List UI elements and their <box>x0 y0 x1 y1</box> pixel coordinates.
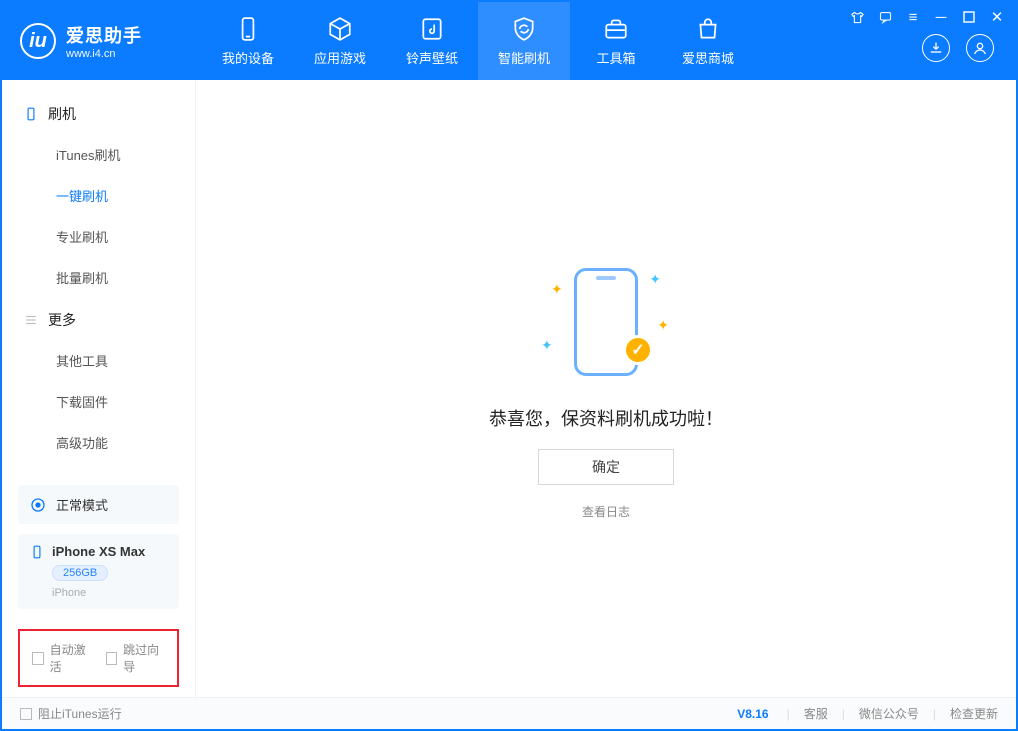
nav-tabs: 我的设备 应用游戏 铃声壁纸 智能刷机 工具箱 爱思商城 <box>202 2 754 80</box>
menu-icon[interactable]: ≡ <box>904 8 922 26</box>
phone-icon <box>235 16 261 42</box>
sidebar-item-advanced[interactable]: 高级功能 <box>2 422 195 463</box>
device-storage: 256GB <box>52 565 108 581</box>
link-customer-service[interactable]: 客服 <box>804 705 828 722</box>
sparkle-icon: ✦ <box>649 271 661 288</box>
shield-sync-icon <box>511 16 537 42</box>
music-file-icon <box>419 16 445 42</box>
brand-url: www.i4.cn <box>66 48 142 60</box>
sidebar-item-batch-flash[interactable]: 批量刷机 <box>2 257 195 298</box>
ok-button[interactable]: 确定 <box>538 449 674 485</box>
device-icon <box>30 545 44 559</box>
link-wechat[interactable]: 微信公众号 <box>859 705 919 722</box>
checkbox-icon <box>32 652 44 665</box>
topbar: iu 爱思助手 www.i4.cn 我的设备 应用游戏 铃声壁纸 智能刷机 <box>2 2 1016 80</box>
checkbox-icon <box>106 652 118 665</box>
checkbox-label: 跳过向导 <box>123 641 165 675</box>
user-account-icon[interactable] <box>966 34 994 62</box>
tab-label: 智能刷机 <box>498 48 550 67</box>
version-label: V8.16 <box>737 707 768 721</box>
sidebar-item-download-firmware[interactable]: 下载固件 <box>2 381 195 422</box>
tab-label: 爱思商城 <box>682 48 734 67</box>
tab-toolbox[interactable]: 工具箱 <box>570 2 662 80</box>
sidebar-item-pro-flash[interactable]: 专业刷机 <box>2 216 195 257</box>
close-icon[interactable]: ✕ <box>988 8 1006 26</box>
check-badge-icon: ✓ <box>623 335 653 365</box>
sidebar-section-flash: 刷机 <box>2 92 195 134</box>
phone-small-icon <box>24 107 38 121</box>
brand-logo-icon: iu <box>20 23 56 59</box>
checkbox-label: 自动激活 <box>50 641 92 675</box>
tshirt-icon[interactable] <box>848 8 866 26</box>
sidebar: 刷机 iTunes刷机 一键刷机 专业刷机 批量刷机 更多 其他工具 下载固件 … <box>2 80 196 697</box>
sparkle-icon: ✦ <box>657 317 669 334</box>
minimize-icon[interactable]: ─ <box>932 8 950 26</box>
section-title: 刷机 <box>48 104 76 124</box>
toolbox-icon <box>603 16 629 42</box>
view-log-link[interactable]: 查看日志 <box>582 503 630 520</box>
sparkle-icon: ✦ <box>541 337 553 354</box>
brand: iu 爱思助手 www.i4.cn <box>2 22 202 60</box>
tab-smart-flash[interactable]: 智能刷机 <box>478 2 570 80</box>
success-illustration: ✦ ✦ ✦ ✦ ✓ <box>541 257 671 387</box>
bag-icon <box>695 16 721 42</box>
mode-label: 正常模式 <box>56 495 108 514</box>
tab-ringtone-wallpaper[interactable]: 铃声壁纸 <box>386 2 478 80</box>
sidebar-item-oneclick-flash[interactable]: 一键刷机 <box>2 175 195 216</box>
checkbox-auto-activate[interactable]: 自动激活 <box>32 641 92 675</box>
sidebar-section-more: 更多 <box>2 298 195 340</box>
maximize-icon[interactable] <box>960 8 978 26</box>
flash-options-highlight: 自动激活 跳过向导 <box>18 629 179 687</box>
tab-label: 我的设备 <box>222 48 274 67</box>
sparkle-icon: ✦ <box>551 281 563 298</box>
main-content: ✦ ✦ ✦ ✦ ✓ 恭喜您，保资料刷机成功啦！ 确定 查看日志 <box>196 80 1016 697</box>
tab-label: 工具箱 <box>596 48 635 67</box>
checkbox-label: 阻止iTunes运行 <box>38 705 122 722</box>
tab-apps[interactable]: 应用游戏 <box>294 2 386 80</box>
tab-my-device[interactable]: 我的设备 <box>202 2 294 80</box>
sidebar-item-itunes-flash[interactable]: iTunes刷机 <box>2 134 195 175</box>
link-check-update[interactable]: 检查更新 <box>950 705 998 722</box>
device-mode-box[interactable]: 正常模式 <box>18 485 179 524</box>
tab-label: 应用游戏 <box>314 48 366 67</box>
download-manager-icon[interactable] <box>922 34 950 62</box>
checkbox-skip-guide[interactable]: 跳过向导 <box>106 641 166 675</box>
tab-label: 铃声壁纸 <box>406 48 458 67</box>
list-icon <box>24 313 38 327</box>
device-type: iPhone <box>52 587 86 599</box>
device-info-box[interactable]: iPhone XS Max 256GB iPhone <box>18 534 179 609</box>
status-bar: 阻止iTunes运行 V8.16 | 客服 | 微信公众号 | 检查更新 <box>2 697 1016 729</box>
section-title: 更多 <box>48 310 76 330</box>
brand-name: 爱思助手 <box>66 22 142 48</box>
checkbox-block-itunes[interactable]: 阻止iTunes运行 <box>20 705 122 722</box>
cube-icon <box>327 16 353 42</box>
feedback-icon[interactable] <box>876 8 894 26</box>
mode-icon <box>30 497 46 513</box>
device-name: iPhone XS Max <box>52 544 145 559</box>
success-message: 恭喜您，保资料刷机成功啦！ <box>489 405 723 431</box>
checkbox-icon <box>20 708 32 720</box>
sidebar-item-other-tools[interactable]: 其他工具 <box>2 340 195 381</box>
tab-store[interactable]: 爱思商城 <box>662 2 754 80</box>
